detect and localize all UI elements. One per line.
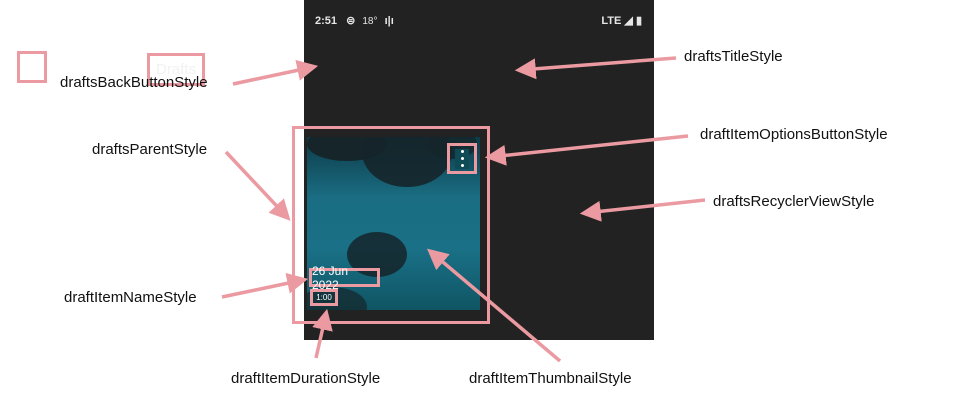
arrow-title xyxy=(514,56,677,80)
label-item-thumbnail: draftItemThumbnailStyle xyxy=(469,370,632,387)
label-item-name: draftItemNameStyle xyxy=(64,289,197,306)
label-item-duration: draftItemDurationStyle xyxy=(231,370,381,387)
arrow-parent xyxy=(224,150,291,221)
arrow-recycler xyxy=(579,198,706,222)
arrow-thumbnail xyxy=(426,248,562,363)
label-back-button: draftsBackButtonStyle xyxy=(60,74,208,91)
arrow-duration xyxy=(312,308,333,359)
label-title: draftsTitleStyle xyxy=(684,48,783,65)
label-options-button: draftItemOptionsButtonStyle xyxy=(700,126,888,143)
label-parent: draftsParentStyle xyxy=(92,141,208,158)
arrow-options xyxy=(484,134,689,166)
arrow-back-button xyxy=(232,60,319,86)
label-recycler-view: draftsRecyclerViewStyle xyxy=(713,193,875,210)
arrow-name xyxy=(221,272,309,299)
